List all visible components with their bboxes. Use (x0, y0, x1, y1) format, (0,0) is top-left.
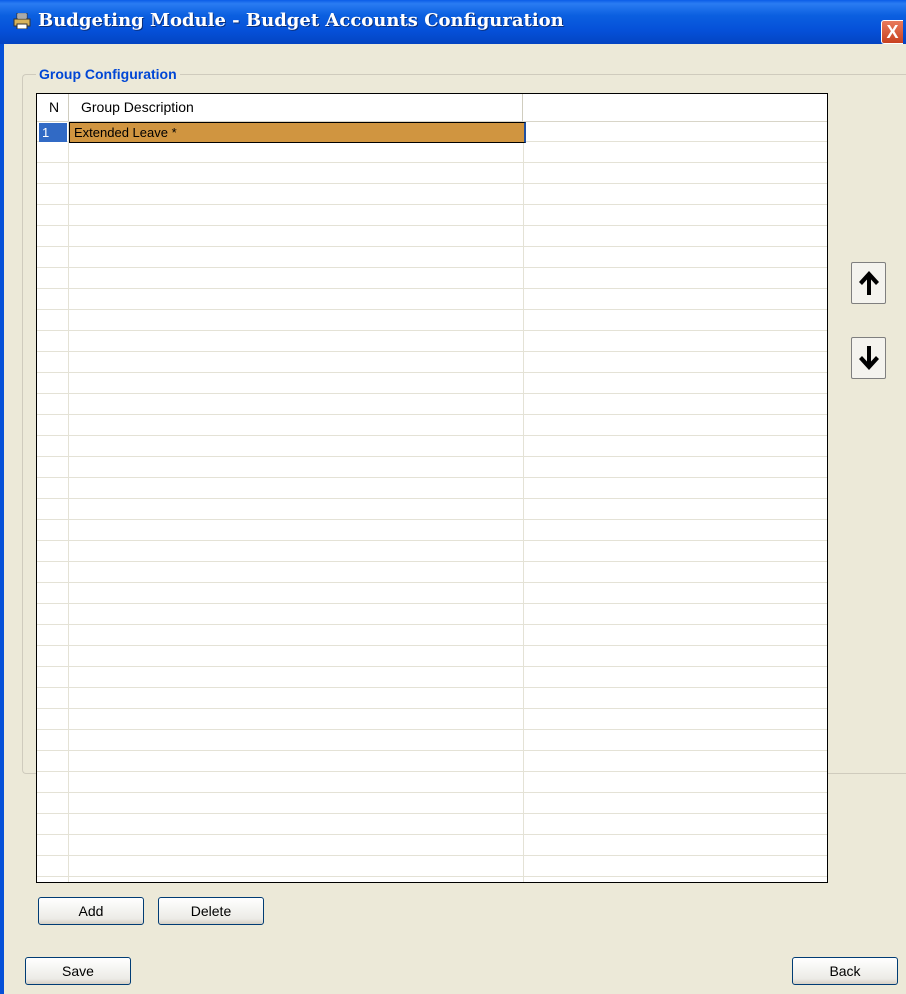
row-description-cell[interactable]: Extended Leave * (69, 122, 526, 143)
move-down-button[interactable] (851, 337, 886, 379)
group-grid[interactable]: N Group Description 1 Extended Leave * (36, 93, 828, 883)
arrow-down-icon (859, 346, 879, 370)
window-frame-left (0, 44, 4, 994)
grid-rows[interactable] (37, 121, 827, 882)
grid-column-divider (68, 121, 69, 882)
back-button[interactable]: Back (792, 957, 898, 985)
column-header-group-description[interactable]: Group Description (69, 94, 523, 121)
close-icon: X (886, 22, 899, 42)
arrow-up-icon (859, 271, 879, 295)
move-up-button[interactable] (851, 262, 886, 304)
row-number-cell[interactable]: 1 (39, 123, 67, 142)
title-bar: Budgeting Module - Budget Accounts Confi… (0, 0, 906, 44)
save-button[interactable]: Save (25, 957, 131, 985)
add-button[interactable]: Add (38, 897, 144, 925)
close-button[interactable]: X (881, 20, 903, 44)
column-header-number[interactable]: N (37, 94, 69, 121)
grid-column-divider (523, 121, 524, 882)
delete-button[interactable]: Delete (158, 897, 264, 925)
column-header-empty (523, 94, 827, 121)
window-title: Budgeting Module - Budget Accounts Confi… (38, 10, 564, 31)
printer-icon (13, 13, 31, 29)
grid-header: N Group Description (37, 94, 827, 122)
group-configuration-label: Group Configuration (36, 66, 180, 82)
